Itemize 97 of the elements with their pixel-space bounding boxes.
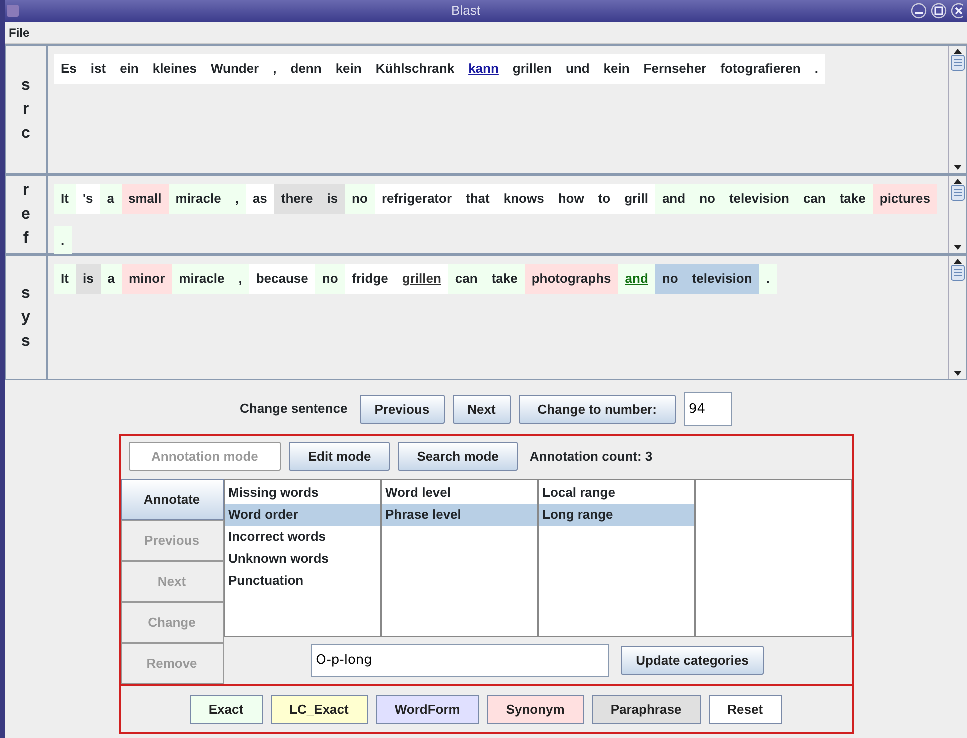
word-token[interactable]: how: [551, 184, 592, 214]
word-token[interactable]: no: [315, 264, 346, 294]
number-field[interactable]: 94: [684, 392, 732, 426]
list-item[interactable]: Word level: [382, 482, 536, 504]
minimize-icon[interactable]: [911, 3, 927, 19]
word-token[interactable]: because: [249, 264, 316, 294]
word-token[interactable]: ist: [84, 54, 114, 84]
scrollbar-thumb[interactable]: [950, 265, 964, 281]
sentence-label: src: [20, 76, 32, 144]
word-token[interactable]: knows: [496, 184, 552, 214]
word-token[interactable]: grillen: [506, 54, 559, 84]
word-token[interactable]: photographs: [524, 264, 618, 294]
list-item[interactable]: Unknown words: [224, 548, 380, 570]
word-token[interactable]: a: [100, 184, 122, 214]
word-token[interactable]: minor: [122, 264, 172, 294]
scroll-down-icon[interactable]: [952, 164, 962, 171]
legend-button[interactable]: Paraphrase: [592, 694, 701, 724]
word-token[interactable]: Kühlschrank: [368, 54, 462, 84]
legend-button[interactable]: Reset: [708, 694, 782, 724]
menu-item[interactable]: File: [9, 24, 30, 42]
list-item[interactable]: Punctuation: [224, 570, 380, 592]
sentence-label: ref: [20, 180, 32, 248]
word-token[interactable]: kein: [596, 54, 637, 84]
word-token[interactable]: take: [832, 184, 873, 214]
window-title: Blast: [450, 2, 482, 20]
word-token[interactable]: television: [685, 264, 760, 294]
word-token[interactable]: no: [692, 184, 722, 214]
word-token[interactable]: denn: [284, 54, 329, 84]
word-token[interactable]: take: [484, 264, 525, 294]
word-token[interactable]: .: [808, 54, 826, 84]
word-token[interactable]: It: [54, 184, 76, 214]
word-token[interactable]: ,: [228, 184, 246, 214]
word-token[interactable]: miracle: [172, 264, 232, 294]
list-item[interactable]: Missing words: [224, 482, 380, 504]
word-token[interactable]: Fernseher: [636, 54, 714, 84]
maximize-icon[interactable]: [931, 3, 947, 19]
scrollbar-thumb[interactable]: [950, 55, 964, 71]
action-button[interactable]: Annotate: [120, 479, 224, 520]
word-token[interactable]: that: [459, 184, 497, 214]
word-token[interactable]: can: [796, 184, 833, 214]
legend-button[interactable]: LC_Exact: [270, 694, 368, 724]
word-token[interactable]: grillen: [395, 264, 448, 294]
word-token[interactable]: is: [76, 264, 101, 294]
word-token[interactable]: small: [122, 184, 169, 214]
list-item[interactable]: Local range: [538, 482, 694, 504]
word-token[interactable]: Es: [54, 54, 84, 84]
next-button[interactable]: Next: [452, 394, 511, 424]
word-token[interactable]: .: [759, 264, 777, 294]
word-token[interactable]: grill: [618, 184, 656, 214]
word-token[interactable]: 's: [76, 184, 100, 214]
word-token[interactable]: ,: [266, 54, 284, 84]
sentence-label: sys: [20, 284, 32, 352]
word-token[interactable]: and: [655, 184, 693, 214]
word-token[interactable]: ,: [232, 264, 250, 294]
word-token[interactable]: pictures: [872, 184, 938, 214]
category-code-field[interactable]: O-p-long: [311, 644, 610, 677]
list-item[interactable]: Long range: [538, 504, 694, 526]
change-number-button[interactable]: Change to number:: [518, 394, 676, 424]
word-token[interactable]: is: [320, 184, 346, 214]
word-token[interactable]: to: [591, 184, 618, 214]
word-token[interactable]: kleines: [146, 54, 204, 84]
word-token[interactable]: .: [54, 226, 72, 256]
list-item[interactable]: Incorrect words: [224, 526, 380, 548]
word-token[interactable]: und: [558, 54, 597, 84]
legend-button[interactable]: WordForm: [376, 694, 480, 724]
word-token[interactable]: refrigerator: [374, 184, 460, 214]
word-link[interactable]: kann: [462, 54, 506, 84]
word-token[interactable]: can: [448, 264, 485, 294]
close-icon[interactable]: [951, 3, 963, 19]
word-token[interactable]: fridge: [345, 264, 396, 294]
mode-button[interactable]: Edit mode: [289, 442, 390, 471]
word-token[interactable]: kein: [328, 54, 369, 84]
word-token[interactable]: a: [100, 264, 122, 294]
word-token[interactable]: miracle: [168, 184, 228, 214]
mode-button[interactable]: Search mode: [398, 442, 518, 471]
scrollbar-thumb[interactable]: [950, 185, 964, 201]
word-token[interactable]: fotografieren: [714, 54, 808, 84]
list-item[interactable]: Phrase level: [382, 504, 536, 526]
legend-button[interactable]: Exact: [190, 694, 263, 724]
annotation-count: Annotation count: 3: [530, 448, 653, 466]
word-token[interactable]: no: [655, 264, 686, 294]
previous-button[interactable]: Previous: [360, 394, 445, 424]
word-token[interactable]: ein: [113, 54, 146, 84]
word-token[interactable]: no: [345, 184, 375, 214]
update-categories-button[interactable]: Update categories: [621, 646, 764, 675]
word-token[interactable]: television: [722, 184, 796, 214]
word-token[interactable]: It: [54, 264, 76, 294]
word-token[interactable]: as: [246, 184, 274, 214]
change-sentence-label: Change sentence: [240, 400, 348, 418]
list-item[interactable]: Word order: [224, 504, 380, 526]
word-token[interactable]: Wunder: [204, 54, 266, 84]
scroll-down-icon[interactable]: [952, 370, 962, 377]
word-token[interactable]: and: [618, 264, 656, 294]
scroll-down-icon[interactable]: [952, 244, 962, 251]
app-icon: [5, 3, 21, 19]
legend-button[interactable]: Synonym: [487, 694, 584, 724]
word-token[interactable]: there: [274, 184, 320, 214]
